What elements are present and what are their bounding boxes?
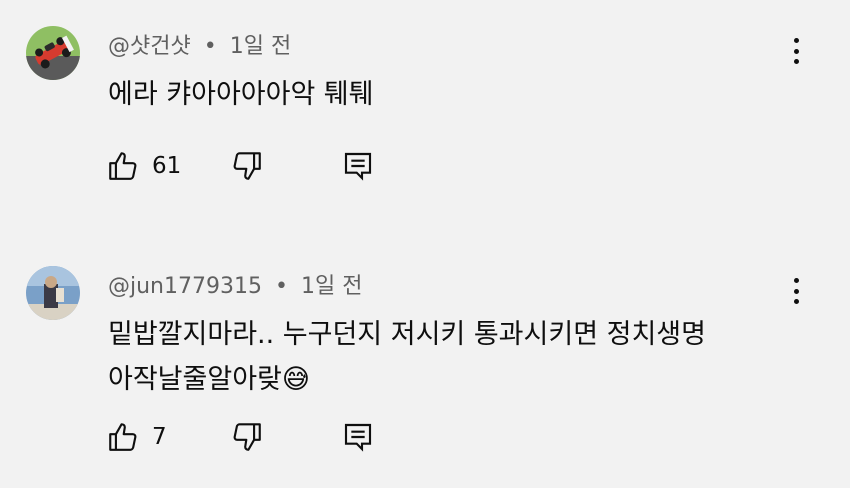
- reply-button[interactable]: [342, 417, 374, 457]
- author-name[interactable]: @샷건샷: [108, 34, 191, 59]
- comment-meta: @샷건샷 • 1일 전: [108, 28, 291, 60]
- dislike-button[interactable]: [230, 146, 264, 186]
- reply-button[interactable]: [342, 146, 374, 186]
- comment-time[interactable]: 1일 전: [301, 274, 362, 299]
- race-car-avatar-image: [26, 26, 80, 80]
- more-vertical-icon[interactable]: [782, 278, 810, 304]
- reply-comment-icon: [344, 152, 372, 181]
- more-vertical-icon[interactable]: [782, 38, 810, 64]
- like-button[interactable]: 7: [106, 417, 167, 457]
- meta-separator: •: [203, 34, 217, 59]
- comment-meta: @jun1779315 • 1일 전: [108, 268, 362, 300]
- reply-comment-icon: [344, 423, 372, 452]
- comment-text: 에라 캬아아아아악 퉤퉤: [108, 79, 374, 110]
- comment-text: 밑밥깔지마라.. 누구던지 저시키 통과시키면 정치생명 아작날줄알아랒😅: [108, 319, 706, 395]
- photo-avatar-image: [26, 266, 80, 320]
- dislike-button[interactable]: [230, 417, 264, 457]
- like-count: 7: [152, 424, 167, 450]
- avatar[interactable]: [26, 266, 80, 320]
- thumbs-down-icon: [233, 152, 261, 180]
- like-button[interactable]: 61: [106, 146, 181, 186]
- like-count: 61: [152, 153, 182, 179]
- avatar[interactable]: [26, 26, 80, 80]
- thumbs-down-icon: [233, 423, 261, 451]
- thumbs-up-icon: [109, 152, 137, 180]
- thumbs-up-icon: [109, 423, 137, 451]
- meta-separator: •: [274, 274, 288, 299]
- author-name[interactable]: @jun1779315: [108, 274, 262, 299]
- comment-time[interactable]: 1일 전: [230, 34, 291, 59]
